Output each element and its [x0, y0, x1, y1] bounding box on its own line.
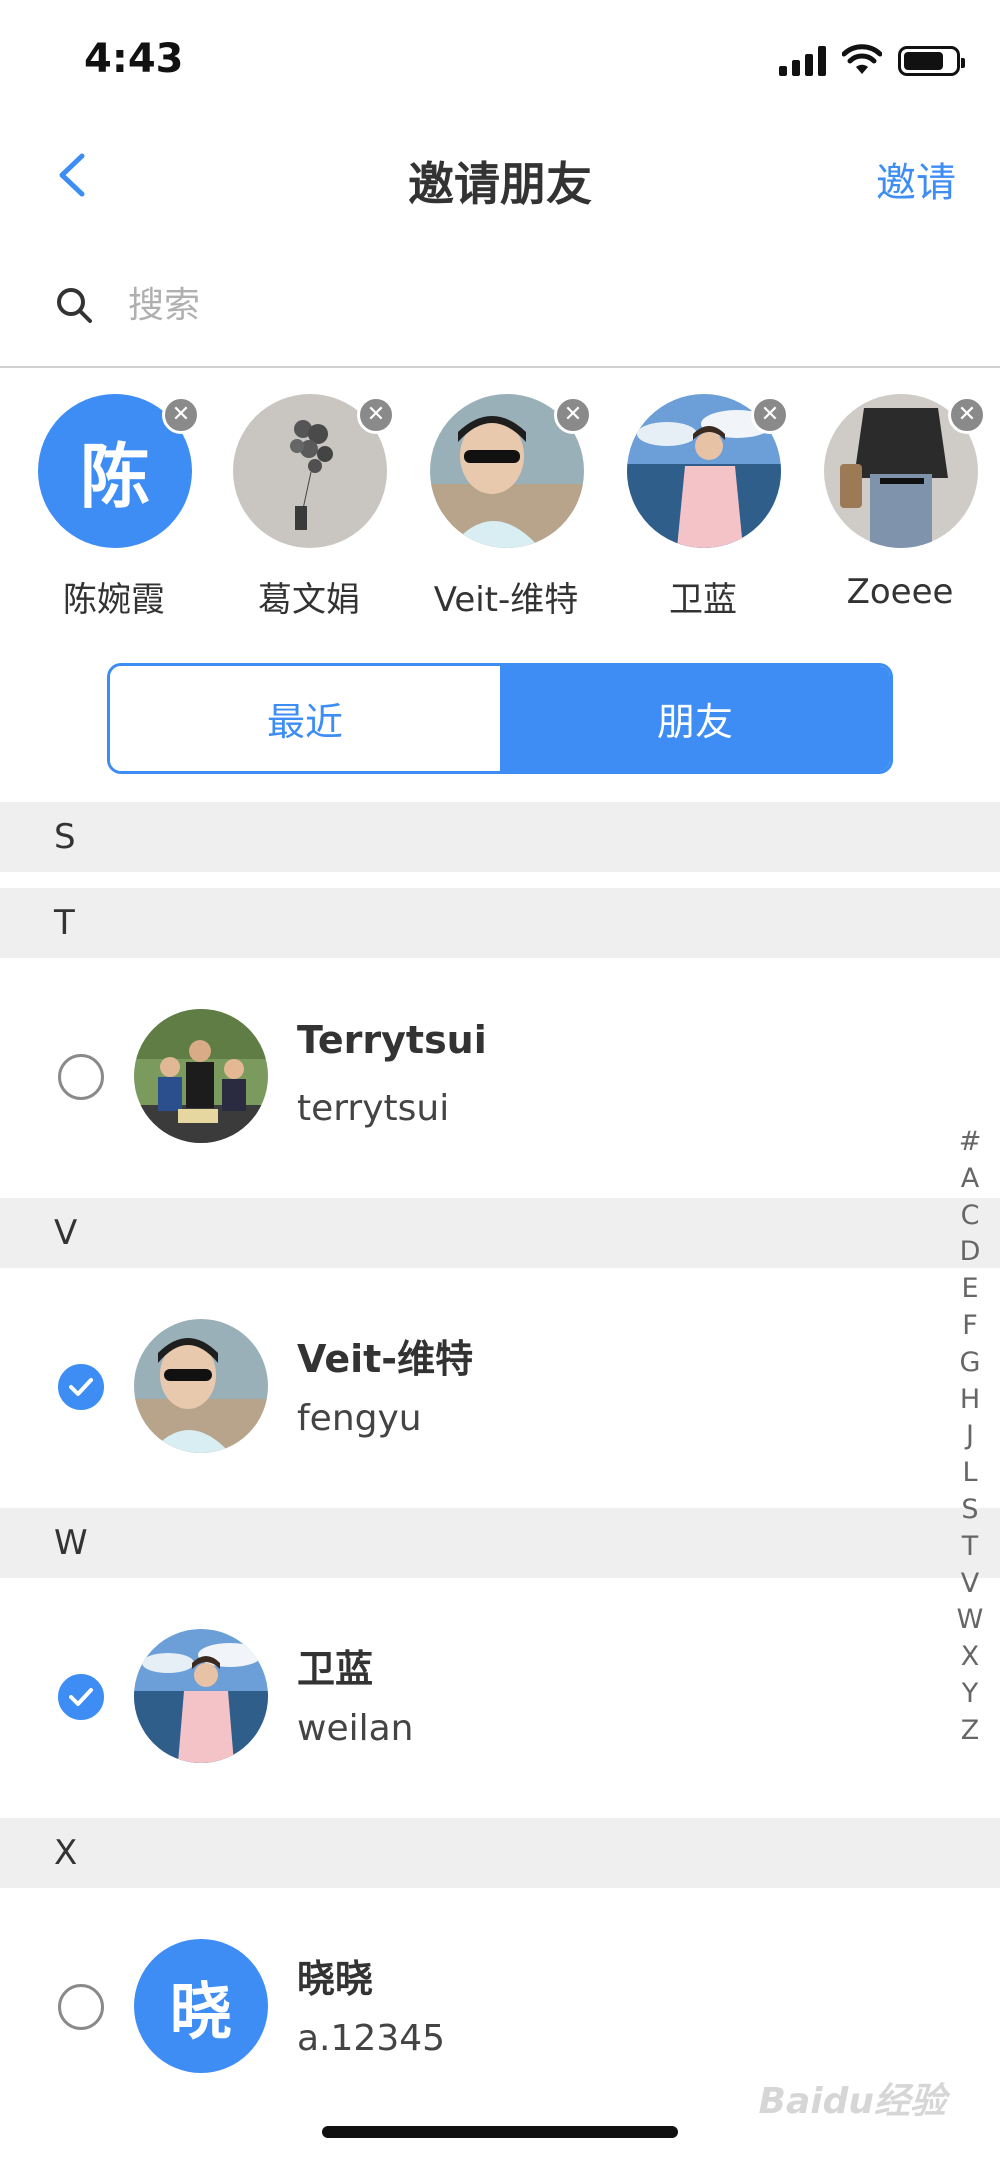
wifi-icon: [842, 44, 882, 74]
battery-icon: [898, 46, 965, 76]
tab-recent[interactable]: 最近: [110, 666, 500, 771]
contact-name: Veit-维特: [297, 1337, 474, 1381]
remove-selected-button[interactable]: ✕: [948, 396, 986, 434]
search-bar: [0, 250, 1000, 368]
section-header-w: W: [0, 1508, 1000, 1578]
contact-id: a.12345: [297, 2018, 446, 2059]
remove-selected-button[interactable]: ✕: [357, 396, 395, 434]
search-input[interactable]: [128, 270, 948, 340]
index-letter[interactable]: S: [948, 1492, 992, 1529]
selected-friend[interactable]: ✕ Veit-维特: [426, 394, 592, 616]
selected-friend[interactable]: ✕ Zoeee: [820, 394, 986, 614]
index-letter[interactable]: E: [948, 1271, 992, 1308]
checkmark-icon: [69, 1688, 93, 1706]
segment-control: 最近 朋友: [107, 663, 893, 774]
section-header-x: X: [0, 1818, 1000, 1888]
index-letter[interactable]: G: [948, 1345, 992, 1382]
selected-friend[interactable]: 陈 ✕ 陈婉霞: [34, 394, 200, 616]
home-indicator: [322, 2126, 678, 2138]
index-letter[interactable]: L: [948, 1455, 992, 1492]
contact-row[interactable]: Terrytsui terrytsui: [0, 956, 960, 1196]
page-title: 邀请朋友: [408, 157, 592, 211]
section-header-s: S: [0, 802, 1000, 872]
contact-id: terrytsui: [297, 1088, 450, 1129]
index-letter[interactable]: T: [948, 1529, 992, 1566]
avatar: [134, 1009, 268, 1143]
selected-friend-name: 卫蓝: [669, 580, 737, 616]
contact-name: 卫蓝: [297, 1647, 374, 1691]
remove-selected-button[interactable]: ✕: [751, 396, 789, 434]
checkmark-icon: [69, 1378, 93, 1396]
invite-button[interactable]: 邀请: [876, 150, 956, 208]
selected-friend-name: Zoeee: [846, 572, 954, 612]
index-letter[interactable]: H: [948, 1382, 992, 1419]
selected-friend-name: 葛文娟: [258, 580, 360, 616]
contact-id: weilan: [297, 1708, 414, 1749]
avatar: [134, 1319, 268, 1453]
index-letter[interactable]: J: [948, 1418, 992, 1455]
status-bar: 4:43: [0, 0, 1000, 120]
index-letter[interactable]: X: [948, 1639, 992, 1676]
select-radio[interactable]: [58, 1984, 104, 2030]
status-icons: [779, 44, 965, 76]
index-letter[interactable]: D: [948, 1234, 992, 1271]
watermark: Baidu经验: [758, 2081, 946, 2122]
search-icon: [57, 288, 92, 323]
contact-row[interactable]: 卫蓝 weilan: [0, 1576, 960, 1816]
index-letter[interactable]: Z: [948, 1713, 992, 1750]
select-radio-checked[interactable]: [58, 1364, 104, 1410]
cellular-signal-icon: [779, 46, 826, 76]
index-letter[interactable]: W: [948, 1602, 992, 1639]
index-letter[interactable]: A: [948, 1161, 992, 1198]
remove-selected-button[interactable]: ✕: [162, 396, 200, 434]
avatar: 晓: [134, 1939, 268, 2073]
index-letter[interactable]: Y: [948, 1676, 992, 1713]
navigation-bar: 邀请朋友 邀请: [0, 120, 1000, 230]
index-letter[interactable]: C: [948, 1198, 992, 1235]
selected-friend-name: 陈婉霞: [63, 580, 165, 616]
alphabet-index[interactable]: # A C D E F G H J L S T V W X Y Z: [948, 1124, 992, 1750]
index-letter[interactable]: V: [948, 1566, 992, 1603]
index-letter[interactable]: #: [948, 1124, 992, 1161]
section-header-t: T: [0, 888, 1000, 958]
selected-friend[interactable]: ✕ 卫蓝: [623, 394, 789, 616]
contact-id: fengyu: [297, 1398, 422, 1439]
avatar: [134, 1629, 268, 1763]
select-radio-checked[interactable]: [58, 1674, 104, 1720]
selected-friends-row: 陈 ✕ 陈婉霞 ✕ 葛文娟 ✕ Veit-维特 ✕ 卫蓝 ✕ Zoeee: [0, 386, 1000, 616]
index-letter[interactable]: F: [948, 1308, 992, 1345]
select-radio[interactable]: [58, 1054, 104, 1100]
status-time: 4:43: [84, 36, 184, 82]
selected-friend-name: Veit-维特: [433, 580, 579, 616]
contact-name: Terrytsui: [297, 1018, 487, 1062]
remove-selected-button[interactable]: ✕: [554, 396, 592, 434]
contact-row[interactable]: Veit-维特 fengyu: [0, 1266, 960, 1506]
section-header-v: V: [0, 1198, 1000, 1268]
selected-friend[interactable]: ✕ 葛文娟: [229, 394, 395, 616]
contact-name: 晓晓: [297, 1957, 374, 2001]
tab-friends[interactable]: 朋友: [500, 666, 890, 771]
